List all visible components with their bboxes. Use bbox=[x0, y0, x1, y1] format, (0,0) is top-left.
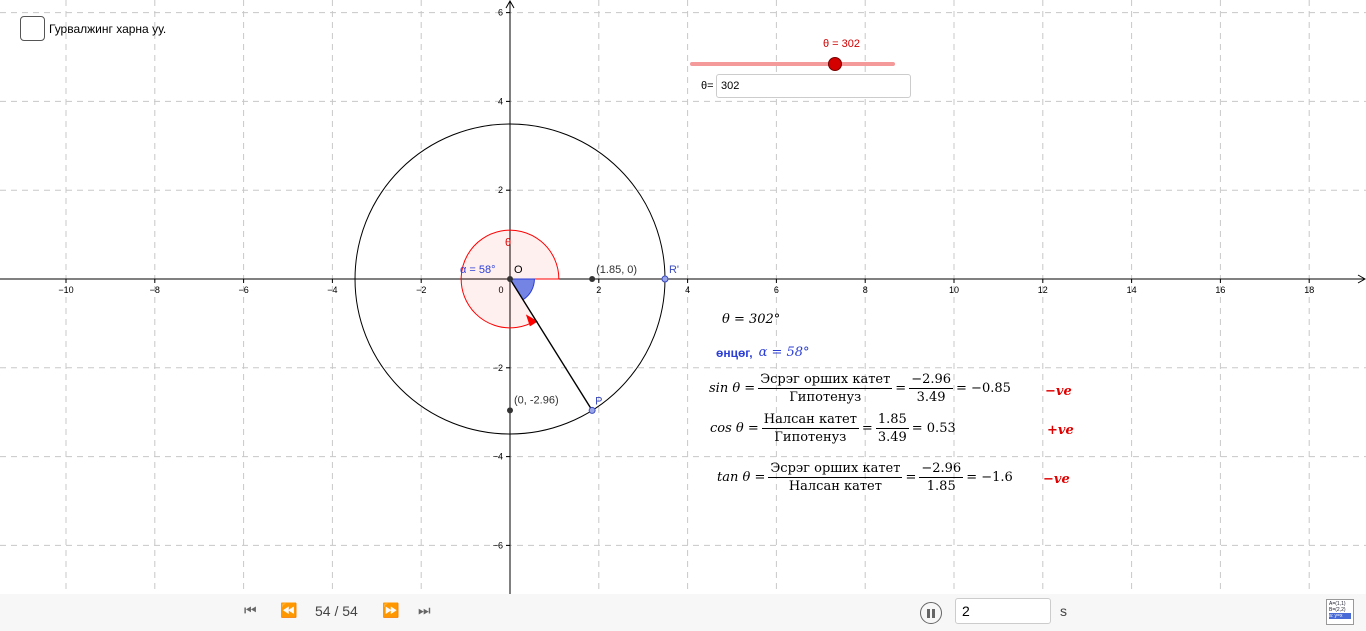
cos-denominator: Гипотенуз bbox=[774, 430, 847, 445]
tan-sign: −ve bbox=[1043, 472, 1070, 487]
pause-icon bbox=[927, 608, 930, 618]
x-tick-label: −4 bbox=[327, 285, 337, 295]
theta-input-label: θ= bbox=[701, 80, 714, 92]
theta-equation-text: θ = 302° bbox=[722, 312, 781, 327]
show-triangle-checkbox[interactable] bbox=[20, 16, 45, 41]
step-counter: 54 / 54 bbox=[315, 603, 358, 619]
x-projection-label: (1.85, 0) bbox=[596, 264, 637, 276]
tan-numerator: Эсрэг орших катет bbox=[768, 461, 903, 478]
sin-ratio-words: Эсрэг орших катет Гипотенуз bbox=[758, 372, 893, 405]
y-tick-label: 4 bbox=[498, 96, 503, 106]
tan-ratio-words: Эсрэг орших катет Налсан катет bbox=[768, 461, 903, 494]
tan-denominator: Налсан катет bbox=[788, 479, 882, 494]
x-tick-label: −2 bbox=[416, 285, 426, 295]
graphics-view[interactable]: −10−8−6−4−2024681012141618642−2−4−6 θα =… bbox=[0, 0, 1366, 594]
speed-unit: s bbox=[1060, 603, 1067, 619]
theta-slider-handle[interactable] bbox=[828, 57, 842, 71]
show-triangle-label: Гурвалжинг харна уу. bbox=[49, 21, 167, 36]
y-tick-label: −4 bbox=[493, 452, 503, 462]
speed-input[interactable] bbox=[955, 598, 1051, 624]
y-tick-label: −6 bbox=[493, 540, 503, 550]
theta-equation: θ = 302° bbox=[722, 312, 780, 327]
sin-formula: sin θ = Эсрэг орших катет Гипотенуз = −2… bbox=[709, 372, 1011, 405]
alpha-label: α = 58° bbox=[460, 264, 496, 276]
sin-denominator: Гипотенуз bbox=[789, 390, 862, 405]
point-y-projection bbox=[507, 407, 513, 414]
x-tick-label: 4 bbox=[685, 285, 690, 295]
show-triangle-checkbox-row[interactable]: Гурвалжинг харна уу. bbox=[20, 16, 166, 41]
x-tick-label: 18 bbox=[1304, 285, 1314, 295]
alpha-value: α = 58° bbox=[758, 345, 810, 360]
x-tick-label: 16 bbox=[1215, 285, 1225, 295]
alpha-prefix: өнцөг, bbox=[716, 345, 753, 360]
cos-numerator: Налсан катет bbox=[761, 412, 859, 429]
last-step-button[interactable]: ⏭ bbox=[418, 602, 431, 619]
x-tick-label: −8 bbox=[150, 285, 160, 295]
x-tick-label: 12 bbox=[1038, 285, 1048, 295]
next-step-button[interactable]: ⏩ bbox=[382, 602, 399, 619]
tan-denominator-value: 1.85 bbox=[926, 479, 956, 494]
x-tick-label: 6 bbox=[774, 285, 779, 295]
p-label: P bbox=[595, 395, 602, 407]
algebra-view-button[interactable]: A=(1,1) B=(2,2) a: y=x bbox=[1326, 599, 1354, 625]
y-tick-label: −2 bbox=[493, 363, 503, 373]
cos-ratio-words: Налсан катет Гипотенуз bbox=[761, 412, 859, 445]
alpha-equation: өнцөг, α = 58° bbox=[716, 345, 810, 360]
cos-formula: cos θ = Налсан катет Гипотенуз = 1.85 3.… bbox=[710, 412, 956, 445]
grid-lines bbox=[0, 0, 1366, 594]
previous-step-button[interactable]: ⏪ bbox=[280, 602, 297, 619]
cos-denominator-value: 3.49 bbox=[877, 430, 907, 445]
slider-value-label: θ = 302 bbox=[823, 38, 861, 50]
sin-lhs: sin θ = bbox=[709, 381, 756, 396]
point-p bbox=[588, 406, 596, 414]
point-origin bbox=[507, 276, 513, 282]
theta-input[interactable] bbox=[716, 74, 911, 98]
cos-ratio-values: 1.85 3.49 bbox=[875, 412, 909, 445]
sin-sign: −ve bbox=[1045, 384, 1072, 399]
tan-result: = −1.6 bbox=[966, 470, 1013, 485]
x-tick-label: −6 bbox=[238, 285, 248, 295]
cos-sign: +ve bbox=[1047, 423, 1074, 438]
sin-result: = −0.85 bbox=[956, 381, 1011, 396]
sin-denominator-value: 3.49 bbox=[916, 390, 946, 405]
sin-ratio-values: −2.96 3.49 bbox=[909, 372, 954, 405]
sin-numerator-value: −2.96 bbox=[909, 372, 954, 389]
tan-formula: tan θ = Эсрэг орших катет Налсан катет =… bbox=[717, 461, 1013, 494]
cos-lhs: cos θ = bbox=[710, 421, 759, 436]
playback-bar bbox=[0, 594, 1366, 631]
sin-numerator: Эсрэг орших катет bbox=[758, 372, 893, 389]
r-label: R' bbox=[669, 264, 679, 276]
cos-result: = 0.53 bbox=[911, 421, 956, 436]
first-step-button[interactable]: ⏮ bbox=[244, 602, 257, 619]
origin-label: O bbox=[514, 264, 523, 276]
theta-slider-track[interactable] bbox=[690, 62, 895, 66]
y-tick-label: 2 bbox=[498, 185, 503, 195]
x-tick-label: −10 bbox=[58, 285, 73, 295]
x-tick-label: 8 bbox=[863, 285, 868, 295]
segment-op bbox=[509, 278, 593, 411]
theta-label: θ bbox=[505, 237, 511, 249]
tan-ratio-values: −2.96 1.85 bbox=[919, 461, 964, 494]
y-projection-label: (0, -2.96) bbox=[514, 394, 559, 406]
tan-numerator-value: −2.96 bbox=[919, 461, 964, 478]
algebra-line-3: a: y=x bbox=[1329, 613, 1351, 619]
cos-numerator-value: 1.85 bbox=[875, 412, 909, 429]
x-tick-label: 2 bbox=[596, 285, 601, 295]
y-tick-label: 6 bbox=[498, 8, 503, 18]
point-r bbox=[661, 275, 669, 283]
x-tick-label: 14 bbox=[1127, 285, 1137, 295]
point-x-projection bbox=[589, 276, 596, 282]
axes bbox=[0, 0, 1366, 594]
x-tick-label: 10 bbox=[949, 285, 959, 295]
pause-button[interactable] bbox=[920, 602, 942, 624]
tan-lhs: tan θ = bbox=[717, 470, 766, 485]
